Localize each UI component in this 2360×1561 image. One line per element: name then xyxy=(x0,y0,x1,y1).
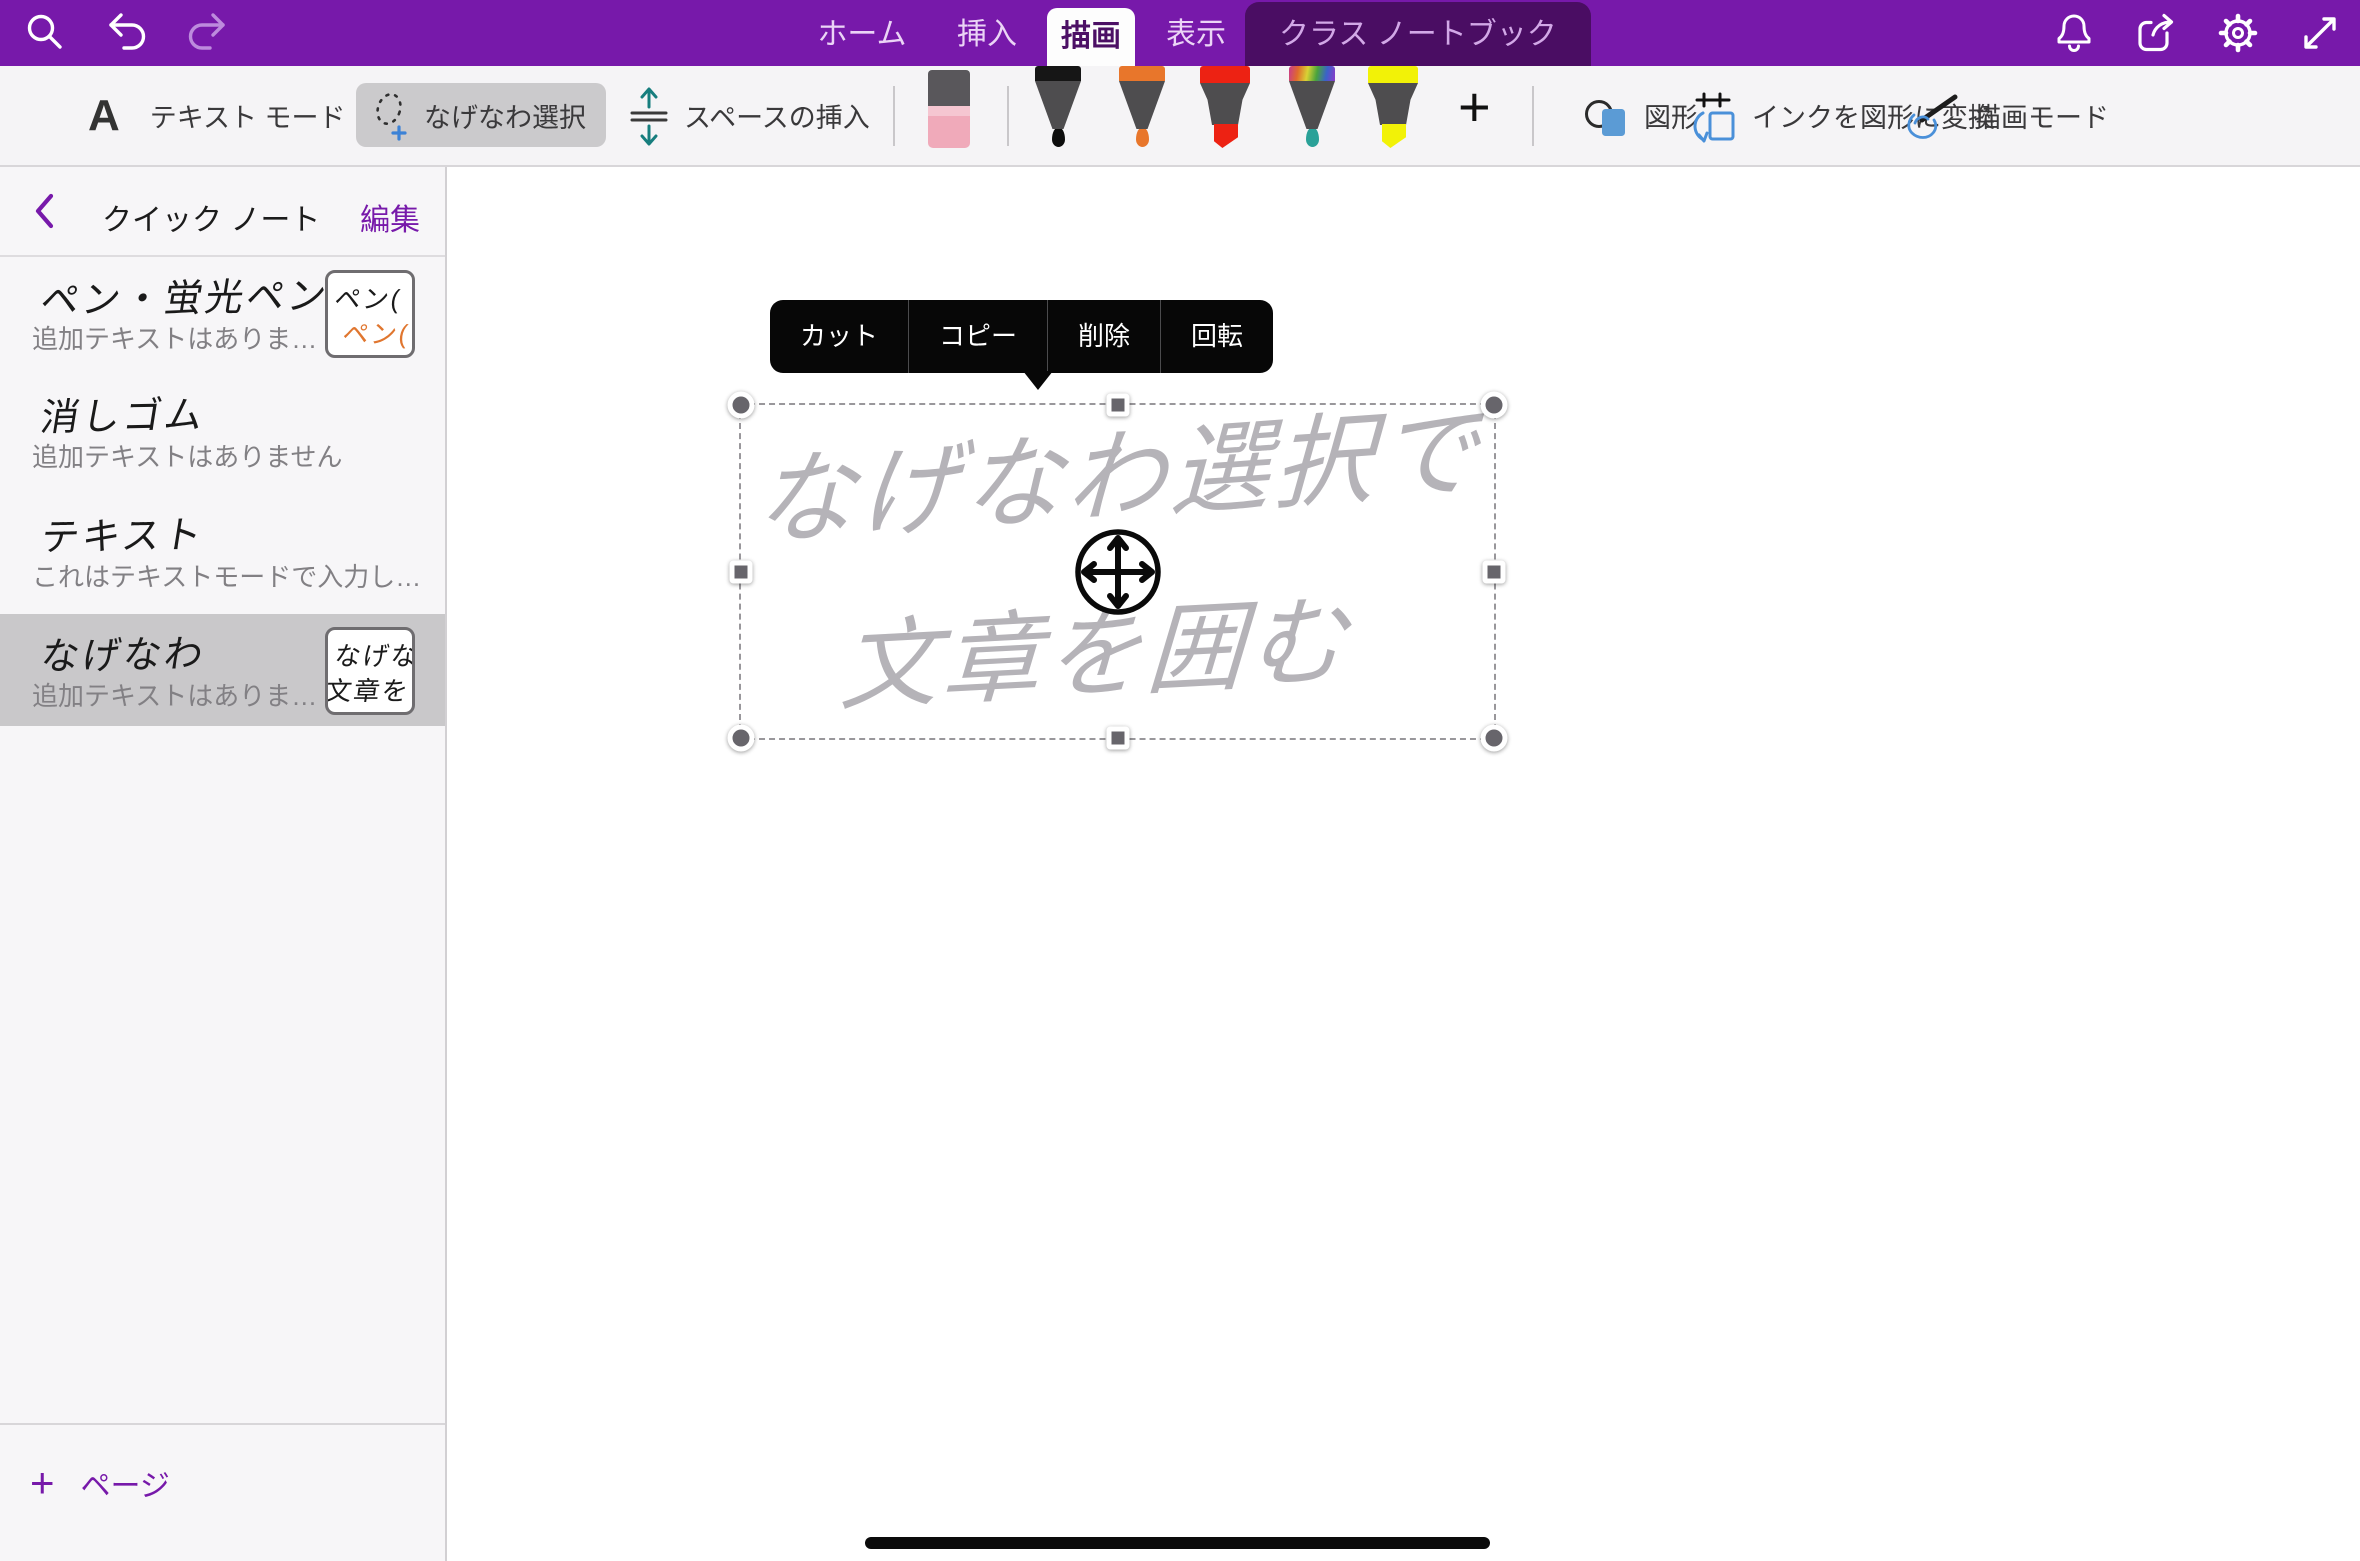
selection-handle-left[interactable] xyxy=(730,560,753,583)
tab-draw[interactable]: 描画 xyxy=(1047,8,1135,66)
selection-handle-bottom-right[interactable] xyxy=(1481,725,1508,752)
page-title: なげなわ xyxy=(37,623,210,681)
notebook-title: クイック ノート xyxy=(102,195,320,239)
text-mode-button[interactable]: A テキスト モード xyxy=(88,66,345,165)
back-chevron-icon[interactable] xyxy=(32,191,56,231)
top-app-bar: ホーム 挿入 描画 表示 クラス ノートブック xyxy=(0,0,2360,66)
selection-handle-top-left[interactable] xyxy=(728,392,755,419)
draw-mode-icon xyxy=(1902,91,1960,141)
move-handle-icon[interactable] xyxy=(1070,524,1166,620)
ink-to-shape-icon xyxy=(1688,87,1738,145)
toolbar-divider xyxy=(1532,86,1534,146)
redo-icon[interactable] xyxy=(184,9,230,57)
page-item-text[interactable]: テキスト これはテキストモードで入力し… xyxy=(0,495,445,614)
sidebar-header: クイック ノート 編集 xyxy=(0,167,445,257)
shapes-button[interactable]: 図形 xyxy=(1584,66,1698,165)
add-pen-button[interactable]: + xyxy=(1458,74,1491,139)
page-subtitle: 追加テキストはありま… xyxy=(32,676,317,713)
bell-icon[interactable] xyxy=(2053,11,2095,55)
lasso-selection-box[interactable] xyxy=(739,403,1496,740)
tab-insert[interactable]: 挿入 xyxy=(957,0,1017,66)
thumb-ink: ペン( xyxy=(341,314,413,351)
toolbar-divider xyxy=(893,86,895,146)
lasso-label: なげなわ選択 xyxy=(424,96,586,135)
gear-icon[interactable] xyxy=(2216,11,2260,55)
ink-context-menu: カット コピー 削除 回転 xyxy=(770,300,1273,373)
add-page-button[interactable]: + ページ xyxy=(30,1459,170,1507)
search-icon[interactable] xyxy=(22,11,66,55)
rotate-menu-item[interactable]: 回転 xyxy=(1161,300,1273,373)
page-title: テキスト xyxy=(37,504,209,562)
eraser-tool[interactable] xyxy=(928,70,970,148)
selection-handle-right[interactable] xyxy=(1483,560,1506,583)
tab-view[interactable]: 表示 xyxy=(1165,0,1227,66)
page-thumbnail: ペン( ペン( xyxy=(325,270,415,358)
draw-ribbon: A テキスト モード なげなわ選択 スペースの挿入 xyxy=(0,66,2360,167)
text-mode-letter-icon: A xyxy=(88,91,120,141)
page-item-eraser[interactable]: 消しゴム 追加テキストはありません xyxy=(0,375,445,495)
yellow-highlighter-tool[interactable] xyxy=(1368,66,1418,148)
plus-icon: + xyxy=(30,1459,55,1507)
menu-pointer-notch xyxy=(1023,371,1053,390)
selection-handle-top[interactable] xyxy=(1106,394,1129,417)
shapes-icon xyxy=(1584,92,1630,140)
draw-mode-button[interactable]: 描画モード xyxy=(1902,66,2109,165)
thumb-ink: なげな xyxy=(332,636,415,673)
page-title: ペン・蛍光ペン xyxy=(37,264,334,324)
selection-handle-bottom[interactable] xyxy=(1106,727,1129,750)
note-canvas[interactable]: なげなわ選択で 文章を囲む カット コピー xyxy=(449,167,2360,1561)
add-page-label: ページ xyxy=(81,1461,170,1505)
draw-mode-label: 描画モード xyxy=(1974,96,2109,135)
selection-handle-bottom-left[interactable] xyxy=(728,725,755,752)
insert-space-icon xyxy=(628,83,670,149)
lasso-icon xyxy=(370,87,410,143)
onenote-app: ホーム 挿入 描画 表示 クラス ノートブック xyxy=(0,0,2360,1561)
selection-handle-top-right[interactable] xyxy=(1481,392,1508,419)
home-indicator-bar[interactable] xyxy=(865,1537,1490,1549)
page-item-pen-highlighter[interactable]: ペン・蛍光ペン 追加テキストはありま… ペン( ペン( xyxy=(0,257,445,375)
lasso-select-button[interactable]: なげなわ選択 xyxy=(356,83,606,147)
undo-icon[interactable] xyxy=(104,9,150,57)
copy-menu-item[interactable]: コピー xyxy=(909,300,1047,373)
text-mode-label: テキスト モード xyxy=(150,96,346,135)
page-thumbnail: なげな 文章を xyxy=(325,627,415,715)
page-subtitle: これはテキストモードで入力し… xyxy=(32,557,421,594)
red-highlighter-tool[interactable] xyxy=(1200,66,1250,148)
page-title: 消しゴム xyxy=(37,384,210,442)
thumb-ink: 文章を xyxy=(325,671,413,708)
share-icon[interactable] xyxy=(2134,11,2180,55)
edit-button[interactable]: 編集 xyxy=(360,195,420,239)
expand-icon[interactable] xyxy=(2298,11,2342,55)
cut-menu-item[interactable]: カット xyxy=(770,300,908,373)
page-subtitle: 追加テキストはありま… xyxy=(32,319,317,356)
page-list-sidebar: クイック ノート 編集 ペン・蛍光ペン 追加テキストはありま… ペン( ペン( … xyxy=(0,167,447,1561)
thumb-ink: ペン( xyxy=(332,279,404,316)
page-item-lasso[interactable]: なげなわ 追加テキストはありま… なげな 文章を xyxy=(0,614,445,726)
orange-pen-tool[interactable] xyxy=(1119,66,1165,147)
tab-class-notebook[interactable]: クラス ノートブック xyxy=(1245,2,1591,66)
tab-home[interactable]: ホーム xyxy=(817,0,907,66)
delete-menu-item[interactable]: 削除 xyxy=(1048,300,1160,373)
black-pen-tool[interactable] xyxy=(1035,66,1081,147)
page-subtitle: 追加テキストはありません xyxy=(32,437,342,474)
sidebar-footer: + ページ xyxy=(0,1423,445,1561)
insert-space-button[interactable]: スペースの挿入 xyxy=(628,66,870,165)
insert-space-label: スペースの挿入 xyxy=(684,96,870,135)
rainbow-pen-tool[interactable] xyxy=(1289,66,1335,147)
toolbar-divider xyxy=(1007,86,1009,146)
